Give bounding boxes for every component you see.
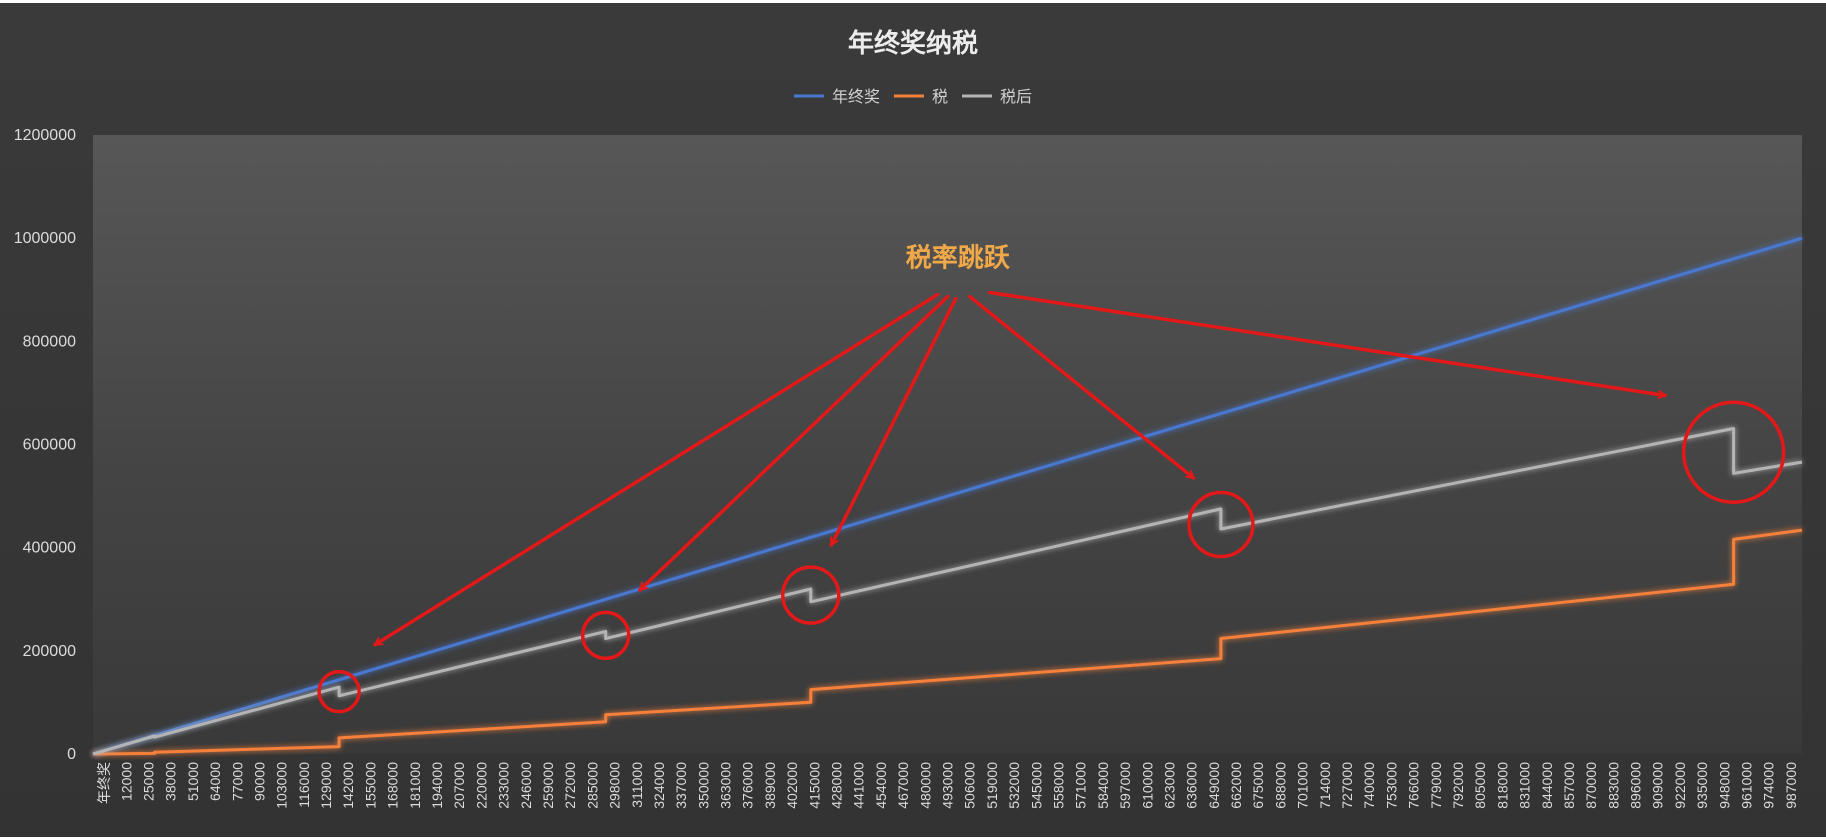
x-tick-label-5: 64000 (207, 762, 223, 801)
x-tick-label-15: 194000 (429, 762, 445, 809)
y-tick-label-6: 1200000 (14, 127, 76, 144)
x-tick-label-13: 168000 (385, 762, 401, 809)
x-tick-label-20: 259000 (540, 762, 556, 809)
x-tick-label-32: 415000 (806, 762, 822, 809)
x-tick-label-34: 441000 (851, 762, 867, 809)
x-tick-label-52: 675000 (1250, 762, 1266, 809)
x-tick-label-59: 766000 (1406, 762, 1422, 809)
x-tick-label-45: 584000 (1095, 762, 1111, 809)
x-tick-label-39: 506000 (962, 762, 978, 809)
legend-label-2: 税后 (1000, 87, 1032, 106)
x-tick-label-37: 480000 (917, 762, 933, 809)
x-tick-label-71: 922000 (1672, 762, 1688, 809)
x-tick-label-49: 636000 (1184, 762, 1200, 809)
x-tick-label-73: 948000 (1716, 762, 1732, 809)
x-tick-label-19: 246000 (518, 762, 534, 809)
x-tick-label-22: 285000 (584, 762, 600, 809)
legend-label-0: 年终奖 (832, 87, 880, 106)
chart-title: 年终奖纳税 (848, 28, 978, 59)
y-tick-label-3: 600000 (23, 437, 76, 454)
x-tick-label-55: 714000 (1317, 762, 1333, 809)
x-tick-label-8: 103000 (274, 762, 290, 809)
x-tick-label-46: 597000 (1117, 762, 1133, 809)
x-tick-label-36: 467000 (895, 762, 911, 809)
x-tick-label-1: 12000 (118, 762, 134, 801)
x-tick-label-48: 623000 (1161, 762, 1177, 809)
x-tick-label-60: 779000 (1428, 762, 1444, 809)
x-tick-label-38: 493000 (940, 762, 956, 809)
x-tick-label-63: 818000 (1494, 762, 1510, 809)
x-tick-label-0: 年终奖 (96, 762, 112, 804)
x-tick-label-41: 532000 (1006, 762, 1022, 809)
y-tick-label-4: 800000 (23, 333, 76, 350)
x-tick-label-76: 987000 (1783, 762, 1799, 809)
x-tick-label-58: 753000 (1383, 762, 1399, 809)
x-tick-label-17: 220000 (473, 762, 489, 809)
x-tick-label-51: 662000 (1228, 762, 1244, 809)
x-tick-label-31: 402000 (784, 762, 800, 809)
x-tick-label-61: 792000 (1450, 762, 1466, 809)
x-tick-label-40: 519000 (984, 762, 1000, 809)
chart-svg: 年终奖纳税年终奖 税 税后 0 200000 400000 600000 800000 1000… (0, 0, 1826, 840)
y-tick-label-1: 200000 (23, 643, 76, 660)
x-tick-label-7: 90000 (251, 762, 267, 801)
y-tick-label-2: 400000 (23, 540, 76, 557)
x-tick-label-2: 25000 (140, 762, 156, 801)
x-tick-label-4: 51000 (185, 762, 201, 801)
x-tick-label-14: 181000 (407, 762, 423, 809)
x-tick-label-68: 883000 (1605, 762, 1621, 809)
x-tick-label-3: 38000 (163, 762, 179, 801)
x-tick-label-33: 428000 (829, 762, 845, 809)
plot-area (93, 135, 1802, 754)
x-tick-label-28: 363000 (718, 762, 734, 809)
x-tick-label-65: 844000 (1539, 762, 1555, 809)
x-tick-label-62: 805000 (1472, 762, 1488, 809)
annotation-text: 税率跳跃 (906, 243, 1011, 274)
x-tick-label-47: 610000 (1139, 762, 1155, 809)
x-tick-label-9: 116000 (296, 762, 312, 808)
x-tick-label-74: 961000 (1739, 762, 1755, 809)
x-tick-label-35: 454000 (873, 762, 889, 809)
x-tick-label-67: 870000 (1583, 762, 1599, 809)
x-tick-label-50: 649000 (1206, 762, 1222, 809)
y-tick-label-5: 1000000 (14, 230, 76, 247)
x-tick-label-44: 571000 (1073, 762, 1089, 809)
x-tick-label-53: 688000 (1272, 762, 1288, 809)
legend-label-1: 税 (932, 87, 948, 106)
x-tick-label-70: 909000 (1650, 762, 1666, 809)
x-tick-label-23: 298000 (607, 762, 623, 809)
x-tick-label-11: 142000 (340, 762, 356, 809)
y-tick-label-0: 0 (67, 746, 76, 763)
x-tick-label-10: 129000 (318, 762, 334, 809)
x-tick-label-27: 350000 (695, 762, 711, 809)
chart: 年终奖纳税年终奖 税 税后 0 200000 400000 600000 800000 1000… (0, 0, 1826, 840)
x-tick-label-69: 896000 (1628, 762, 1644, 809)
x-tick-label-66: 857000 (1561, 762, 1577, 809)
x-tick-label-18: 233000 (496, 762, 512, 809)
x-tick-label-54: 701000 (1295, 762, 1311, 809)
x-tick-label-25: 324000 (651, 762, 667, 809)
x-tick-label-21: 272000 (562, 762, 578, 809)
x-tick-label-56: 727000 (1339, 762, 1355, 809)
x-tick-label-64: 831000 (1517, 762, 1533, 809)
x-tick-label-12: 155000 (362, 762, 378, 809)
x-tick-label-72: 935000 (1694, 762, 1710, 809)
x-tick-label-42: 545000 (1028, 762, 1044, 809)
x-tick-label-43: 558000 (1050, 762, 1066, 809)
x-tick-label-24: 311000 (629, 762, 645, 808)
x-tick-label-16: 207000 (451, 762, 467, 809)
x-tick-label-75: 974000 (1761, 762, 1777, 809)
x-tick-label-6: 77000 (229, 762, 245, 801)
x-tick-label-26: 337000 (673, 762, 689, 809)
x-tick-label-57: 740000 (1361, 762, 1377, 809)
x-tick-label-29: 376000 (740, 762, 756, 809)
x-tick-label-30: 389000 (762, 762, 778, 809)
